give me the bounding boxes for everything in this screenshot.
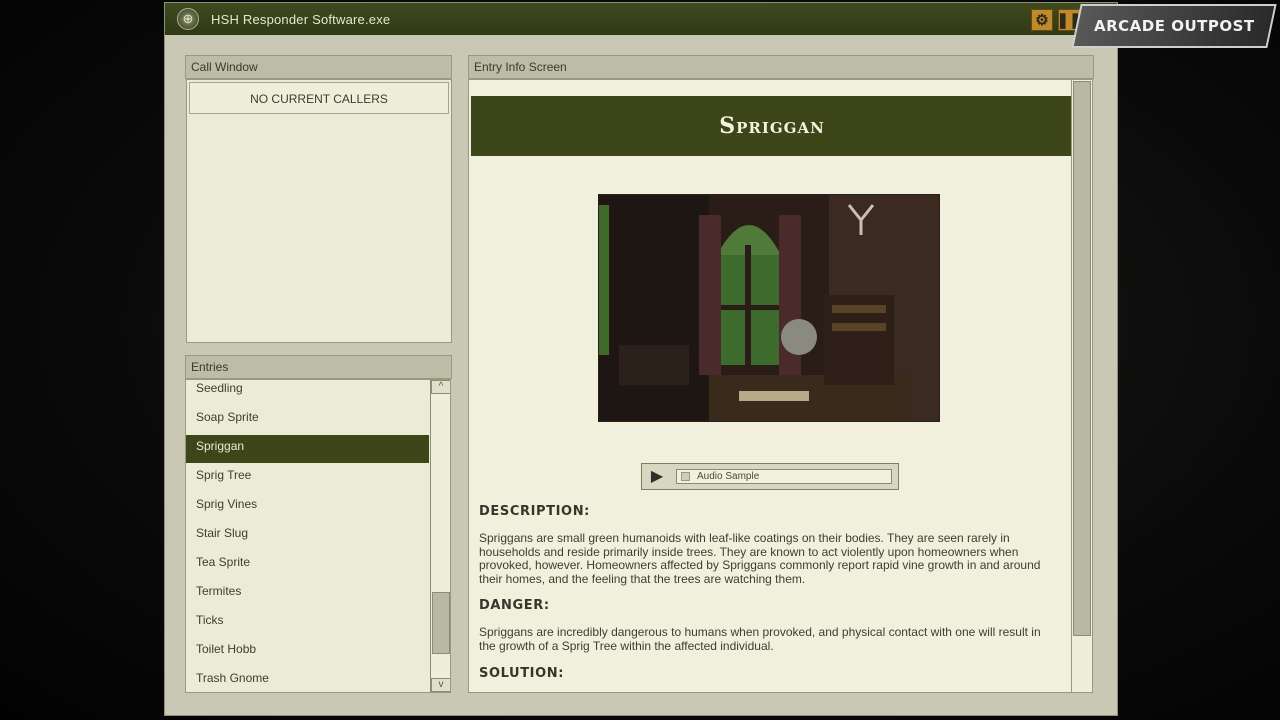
- list-item[interactable]: Seedling: [186, 380, 429, 405]
- audio-label: Audio Sample: [697, 471, 760, 482]
- list-item[interactable]: Sprig Vines: [186, 493, 429, 521]
- list-item[interactable]: Termites: [186, 580, 429, 608]
- danger-title: DANGER:: [479, 598, 550, 613]
- window-title: HSH Responder Software.exe: [211, 11, 391, 27]
- danger-text: Spriggans are incredibly dangerous to hu…: [479, 625, 1041, 653]
- list-item[interactable]: Sprig Tree: [186, 464, 429, 492]
- audio-player[interactable]: ▶ Audio Sample: [641, 463, 899, 490]
- app-window: ⊕ HSH Responder Software.exe ⚙ ❚❚ Call W…: [164, 2, 1118, 716]
- list-item[interactable]: Soap Sprite: [186, 406, 429, 434]
- entry-photo: [598, 194, 940, 422]
- scroll-up-icon[interactable]: ^: [431, 380, 450, 394]
- watermark-text: ARCADE OUTPOST: [1093, 17, 1255, 35]
- play-icon[interactable]: ▶: [646, 467, 668, 486]
- entry-info-header: Entry Info Screen: [468, 55, 1094, 79]
- entries-header: Entries: [185, 355, 452, 379]
- list-item[interactable]: Tea Sprite: [186, 551, 429, 579]
- list-item[interactable]: Trash Gnome: [186, 667, 429, 692]
- description-text: Spriggans are small green humanoids with…: [479, 531, 1041, 586]
- list-item[interactable]: Ticks: [186, 609, 429, 637]
- audio-progress[interactable]: Audio Sample: [676, 469, 892, 484]
- entries-list: Seedling Soap Sprite Spriggan Sprig Tree…: [185, 379, 451, 693]
- watermark-logo: ARCADE OUTPOST: [1071, 4, 1277, 48]
- solution-title: SOLUTION:: [479, 666, 565, 681]
- gear-icon[interactable]: ⚙: [1031, 9, 1053, 31]
- entries-scrollbar[interactable]: ^ v: [430, 380, 450, 692]
- monitor-screen: ⊕ HSH Responder Software.exe ⚙ ❚❚ Call W…: [0, 0, 1280, 720]
- entry-title: Spriggan: [471, 96, 1073, 156]
- entry-info-panel: Spriggan ▶ Audio Sample DESCRIPTION: Spr…: [468, 79, 1074, 693]
- audio-marker: [681, 472, 690, 481]
- scroll-down-icon[interactable]: v: [431, 678, 450, 692]
- content-scroll-thumb[interactable]: [1073, 81, 1091, 636]
- caller-status: NO CURRENT CALLERS: [189, 82, 449, 114]
- title-bar: ⊕ HSH Responder Software.exe ⚙ ❚❚: [165, 3, 1117, 35]
- call-window-header: Call Window: [185, 55, 452, 79]
- call-window-panel: NO CURRENT CALLERS: [186, 79, 452, 343]
- globe-icon: ⊕: [177, 8, 199, 30]
- list-item-selected[interactable]: Spriggan: [186, 435, 429, 463]
- scroll-thumb[interactable]: [432, 592, 450, 654]
- list-item[interactable]: Stair Slug: [186, 522, 429, 550]
- list-item[interactable]: Toilet Hobb: [186, 638, 429, 666]
- description-title: DESCRIPTION:: [479, 504, 590, 519]
- content-scrollbar[interactable]: [1071, 79, 1093, 693]
